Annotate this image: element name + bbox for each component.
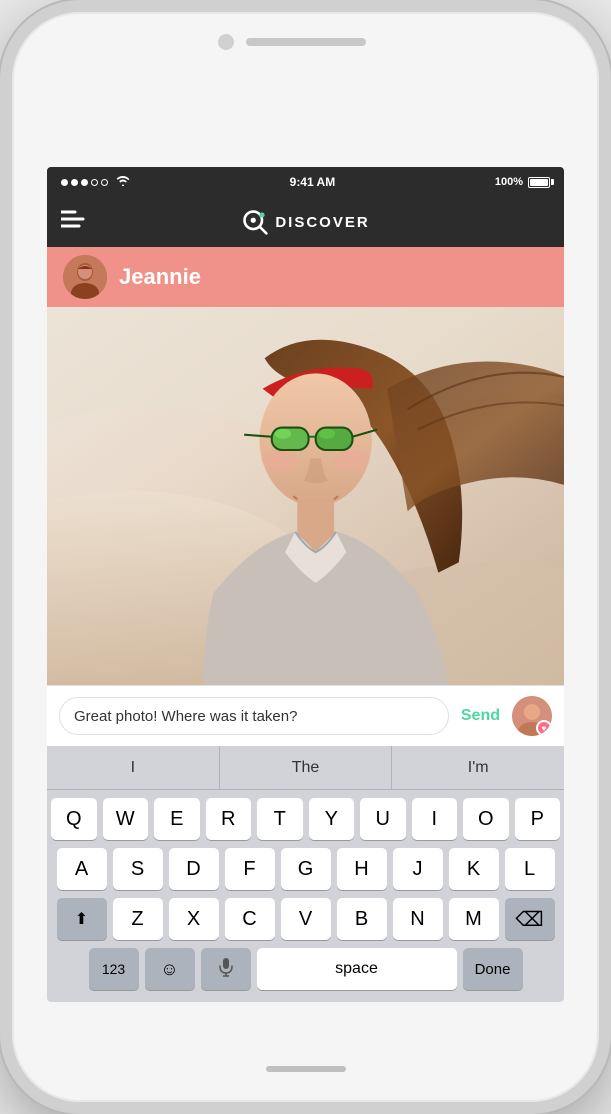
my-avatar: ♥ bbox=[512, 696, 552, 736]
key-p[interactable]: P bbox=[515, 798, 561, 840]
space-key[interactable]: space bbox=[257, 948, 457, 990]
key-t[interactable]: T bbox=[257, 798, 303, 840]
key-i[interactable]: I bbox=[412, 798, 458, 840]
phone-frame: 9:41 AM 100% bbox=[0, 0, 611, 1114]
key-z[interactable]: Z bbox=[113, 898, 163, 940]
autocomplete-item-the[interactable]: The bbox=[220, 746, 393, 789]
battery-fill bbox=[530, 179, 548, 186]
photo-area bbox=[47, 307, 564, 685]
signal-dot-2 bbox=[71, 179, 78, 186]
photo-background bbox=[47, 307, 564, 685]
message-input[interactable]: Great photo! Where was it taken? bbox=[59, 697, 449, 735]
keyboard-row-4: 123 ☺ space Done bbox=[51, 948, 560, 990]
key-k[interactable]: K bbox=[449, 848, 499, 890]
signal-dot-3 bbox=[81, 179, 88, 186]
send-button[interactable]: Send bbox=[457, 707, 504, 725]
key-r[interactable]: R bbox=[206, 798, 252, 840]
keyboard-row-2: A S D F G H J K L bbox=[51, 848, 560, 890]
avatar-image bbox=[63, 255, 107, 299]
key-e[interactable]: E bbox=[154, 798, 200, 840]
numbers-key[interactable]: 123 bbox=[89, 948, 139, 990]
nav-title: DISCOVER bbox=[275, 214, 369, 231]
key-u[interactable]: U bbox=[360, 798, 406, 840]
mic-key[interactable] bbox=[201, 948, 251, 990]
key-l[interactable]: L bbox=[505, 848, 555, 890]
key-a[interactable]: A bbox=[57, 848, 107, 890]
profile-header[interactable]: Jeannie bbox=[47, 247, 564, 307]
key-g[interactable]: G bbox=[281, 848, 331, 890]
heart-badge: ♥ bbox=[536, 720, 552, 736]
key-s[interactable]: S bbox=[113, 848, 163, 890]
autocomplete-item-im[interactable]: I'm bbox=[392, 746, 564, 789]
mic-icon bbox=[219, 957, 233, 982]
key-m[interactable]: M bbox=[449, 898, 499, 940]
backspace-icon: ⌫ bbox=[515, 907, 543, 932]
signal-dot-4 bbox=[91, 179, 98, 186]
key-c[interactable]: C bbox=[225, 898, 275, 940]
autocomplete-item-i[interactable]: I bbox=[47, 746, 220, 789]
status-time: 9:41 AM bbox=[290, 175, 336, 189]
app-logo-icon bbox=[241, 208, 269, 236]
status-right: 100% bbox=[495, 176, 550, 188]
autocomplete-bar: I The I'm bbox=[47, 746, 564, 790]
key-j[interactable]: J bbox=[393, 848, 443, 890]
nav-bar: DISCOVER bbox=[47, 197, 564, 247]
profile-name: Jeannie bbox=[119, 264, 201, 290]
wifi-icon bbox=[116, 175, 130, 189]
backspace-key[interactable]: ⌫ bbox=[505, 898, 555, 940]
keyboard-row-1: Q W E R T Y U I O P bbox=[51, 798, 560, 840]
status-bar: 9:41 AM 100% bbox=[47, 167, 564, 197]
emoji-key[interactable]: ☺ bbox=[145, 948, 195, 990]
signal-dot-5 bbox=[101, 179, 108, 186]
phone-home-bar bbox=[266, 1066, 346, 1072]
photo-image bbox=[47, 307, 564, 685]
signal-dots bbox=[61, 179, 108, 186]
nav-menu-icon[interactable] bbox=[61, 210, 85, 234]
message-area: Great photo! Where was it taken? Send ♥ bbox=[47, 685, 564, 746]
battery-percentage: 100% bbox=[495, 176, 523, 188]
key-q[interactable]: Q bbox=[51, 798, 97, 840]
key-w[interactable]: W bbox=[103, 798, 149, 840]
emoji-icon: ☺ bbox=[160, 959, 178, 980]
key-h[interactable]: H bbox=[337, 848, 387, 890]
phone-screen: 9:41 AM 100% bbox=[47, 167, 564, 1002]
profile-avatar bbox=[63, 255, 107, 299]
key-v[interactable]: V bbox=[281, 898, 331, 940]
shift-key[interactable]: ⬆ bbox=[57, 898, 107, 940]
keyboard-row-3: ⬆ Z X C V B N M ⌫ bbox=[51, 898, 560, 940]
key-n[interactable]: N bbox=[393, 898, 443, 940]
keyboard: Q W E R T Y U I O P A S D F G H J K bbox=[47, 790, 564, 1002]
key-b[interactable]: B bbox=[337, 898, 387, 940]
nav-center: DISCOVER bbox=[241, 208, 369, 236]
message-input-text: Great photo! Where was it taken? bbox=[74, 708, 297, 725]
battery-icon bbox=[528, 177, 550, 188]
status-left bbox=[61, 175, 130, 189]
key-d[interactable]: D bbox=[169, 848, 219, 890]
key-x[interactable]: X bbox=[169, 898, 219, 940]
shift-icon: ⬆ bbox=[75, 909, 88, 929]
signal-dot-1 bbox=[61, 179, 68, 186]
key-o[interactable]: O bbox=[463, 798, 509, 840]
key-f[interactable]: F bbox=[225, 848, 275, 890]
key-y[interactable]: Y bbox=[309, 798, 355, 840]
done-key[interactable]: Done bbox=[463, 948, 523, 990]
